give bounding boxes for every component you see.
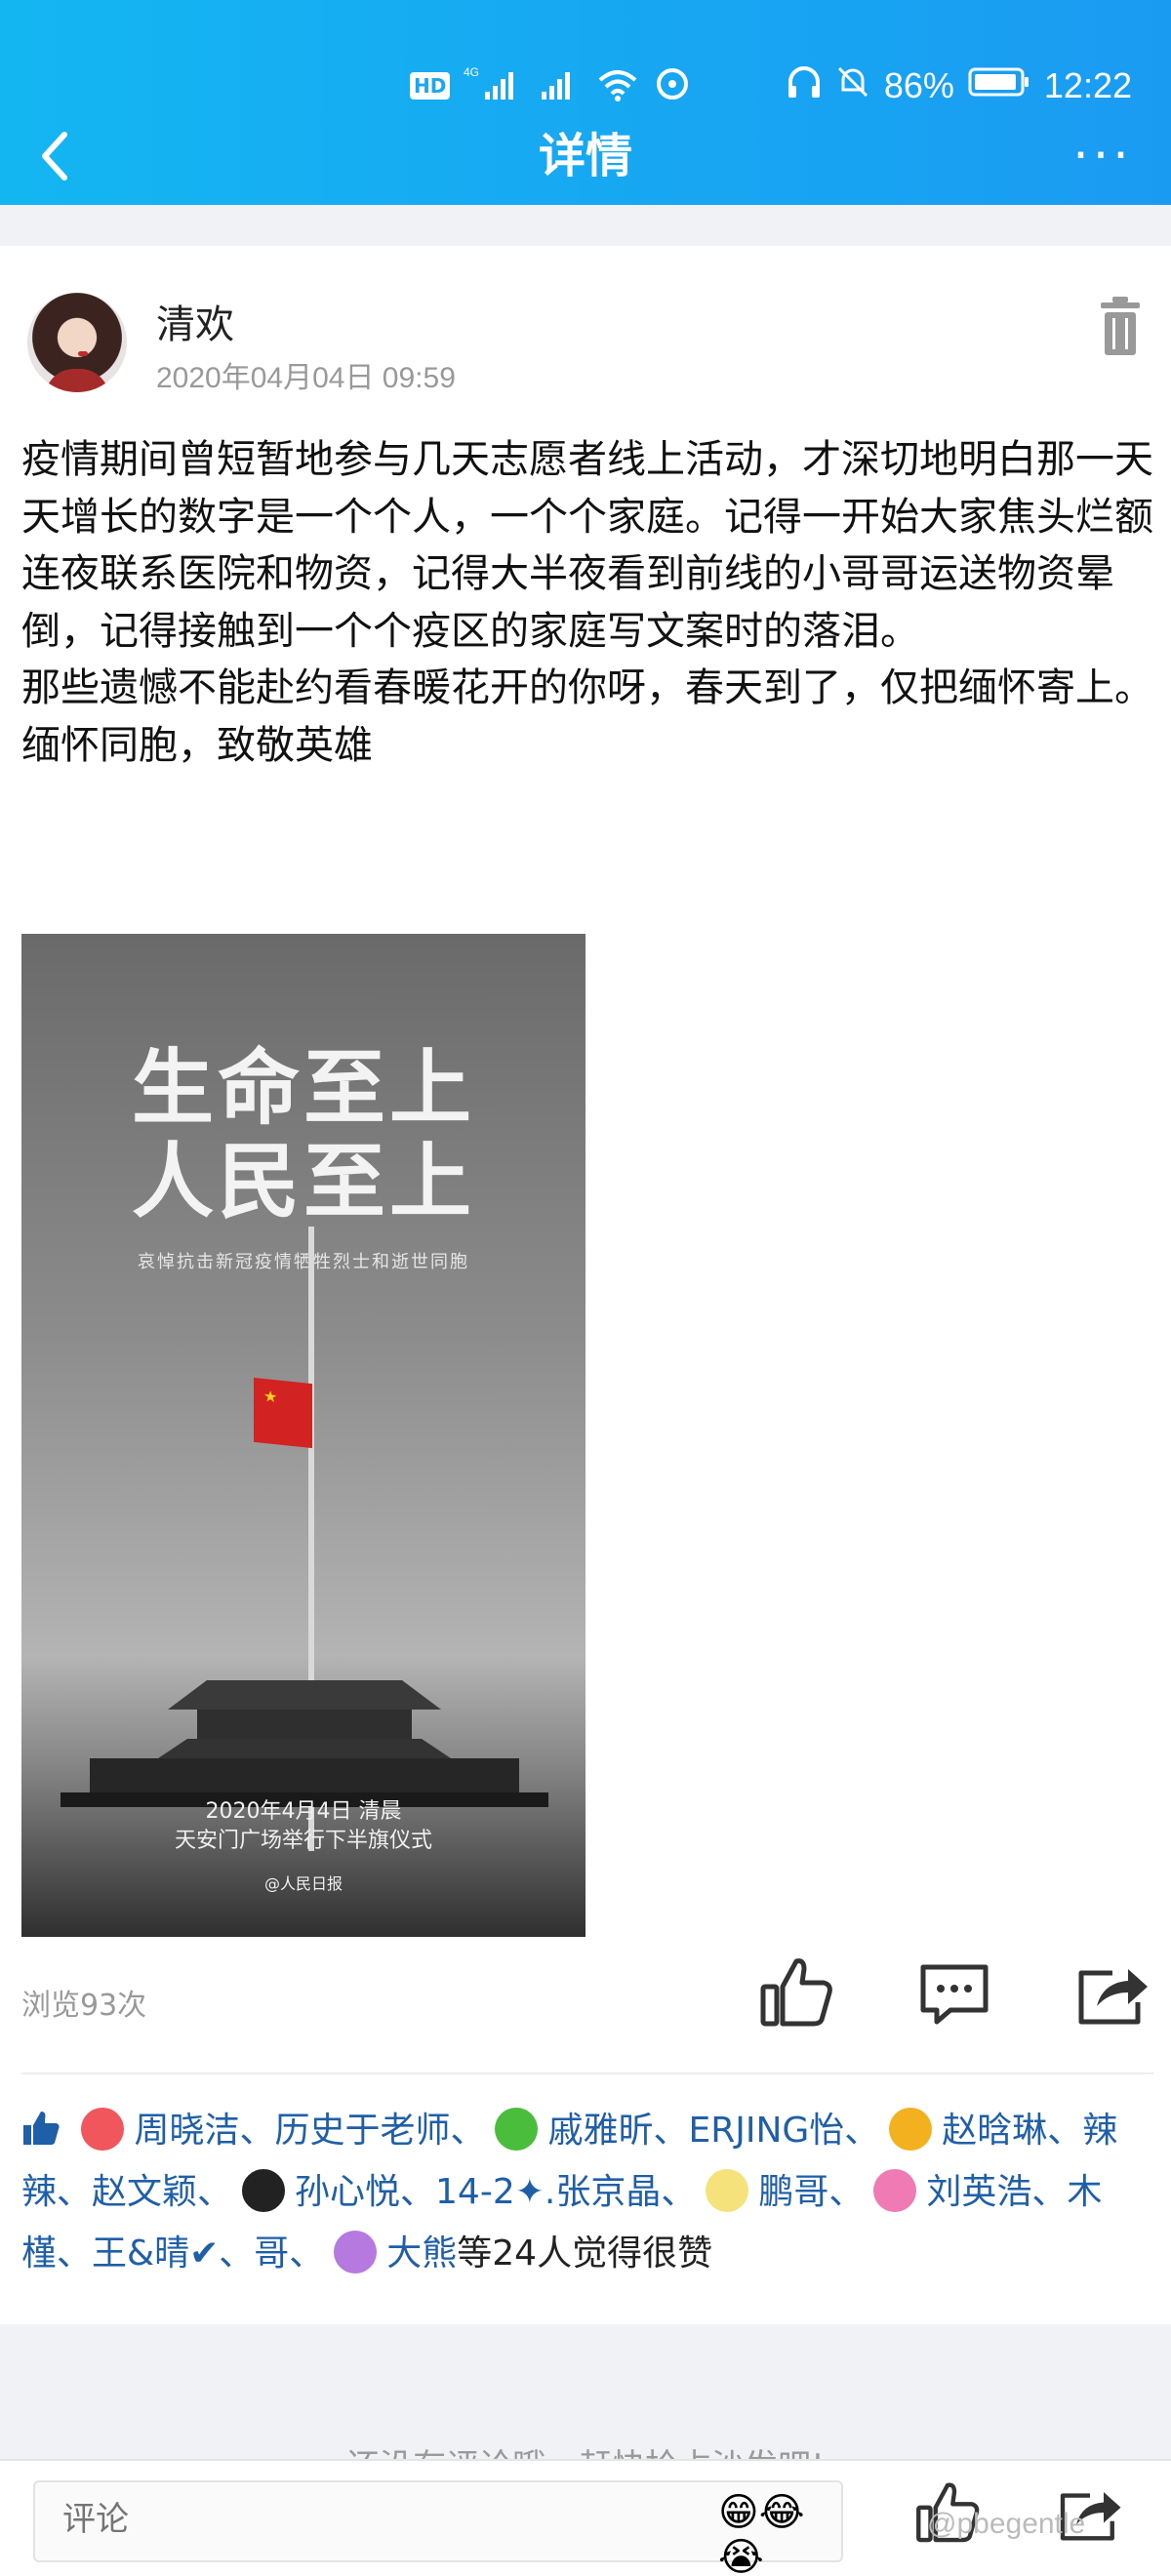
crown-avatar-icon xyxy=(889,2108,933,2151)
delete-button[interactable] xyxy=(1091,297,1150,365)
poster-date: 2020年4月4日 清晨 天安门广场举行下半旗仪式 xyxy=(21,1797,586,1856)
tiananmen-building xyxy=(61,1680,548,1807)
avatar-icon xyxy=(81,2108,125,2151)
avatar-lip xyxy=(78,351,88,356)
likers-group-d[interactable]: 孙心悦、14-2✦.张京晶、 xyxy=(295,2172,696,2212)
hd-badge: HD xyxy=(410,72,451,100)
poster-subtitle: 哀悼抗击新冠疫情牺牲烈士和逝世同胞 xyxy=(138,1252,469,1272)
more-button[interactable]: ··· xyxy=(1054,107,1151,205)
watermark: @pbegentle xyxy=(927,2508,1086,2540)
poster-brand: @人民日报 xyxy=(263,1874,343,1893)
heart-avatar-icon xyxy=(242,2169,286,2212)
trash-icon xyxy=(1101,297,1140,355)
avatar-icon xyxy=(334,2231,378,2274)
status-bar: HD 4G 86% 12:22 xyxy=(0,57,1171,115)
divider xyxy=(21,2073,1153,2074)
mute-bell-icon xyxy=(835,64,870,108)
comment-icon xyxy=(920,1964,989,2025)
navigation-bar: 详情 ··· xyxy=(0,107,1171,205)
lollipop-avatar-icon xyxy=(873,2169,917,2212)
clock: 12:22 xyxy=(1043,65,1132,105)
post-card: 清欢 2020年04月04日 09:59 疫情期间曾短暂地参与几天志愿者线上活动… xyxy=(0,246,1171,2324)
wifi-icon xyxy=(596,64,639,107)
status-icons-left: HD 4G xyxy=(410,62,692,109)
thumbs-up-icon xyxy=(760,1958,832,2027)
likers-group-b[interactable]: 戚雅昕、ERJING怡、 xyxy=(547,2111,879,2151)
comment-button[interactable] xyxy=(915,1953,993,2032)
signal-icon: 4G xyxy=(464,64,522,107)
poster-headline: 生命至上 人民至上 xyxy=(21,1041,586,1228)
likes-count-text: 等24人觉得很赞 xyxy=(457,2234,713,2274)
like-button[interactable] xyxy=(757,1953,835,2032)
likers-group-g[interactable]: 大熊 xyxy=(386,2234,457,2274)
headphones-icon xyxy=(787,64,822,108)
post-body: 疫情期间曾短暂地参与几天志愿者线上活动，才深切地明白那一天天增长的数字是一个个人… xyxy=(21,437,1153,768)
avatar-shirt xyxy=(45,369,109,392)
header: HD 4G 86% 12:22 详情 ··· xyxy=(0,0,1171,205)
avatar-icon xyxy=(495,2108,539,2151)
poster-date-line1: 2020年4月4日 清晨 xyxy=(205,1799,402,1824)
sync-icon xyxy=(653,64,692,107)
likers-group-a[interactable]: 周晓洁、历史于老师、 xyxy=(134,2111,485,2151)
flag-icon: ★ xyxy=(254,1377,312,1449)
share-icon xyxy=(1078,1969,1148,2025)
battery-icon xyxy=(968,66,1030,106)
comment-input[interactable] xyxy=(62,2500,648,2539)
page-title: 详情 xyxy=(538,129,632,183)
poster-headline-line2: 人民至上 xyxy=(131,1134,475,1229)
more-horizontal-icon: ··· xyxy=(1072,127,1133,185)
likes-list: 周晓洁、历史于老师、 戚雅昕、ERJING怡、 赵晗琳、辣辣、赵文颖、 孙心悦、14-… xyxy=(21,2100,1153,2284)
poster-headline-line1: 生命至上 xyxy=(131,1040,475,1136)
emoji-button[interactable]: 😁😂😭 xyxy=(718,2490,841,2576)
view-count: 浏览93次 xyxy=(21,1989,147,2023)
status-icons-right: 86% 12:22 xyxy=(787,62,1132,109)
share-button[interactable] xyxy=(1073,1953,1151,2032)
star-icon: ★ xyxy=(263,1386,278,1407)
comment-box[interactable]: 😁😂😭 xyxy=(33,2480,843,2576)
network-type-label: 4G xyxy=(464,65,479,79)
poster-date-line2: 天安门广场举行下半旗仪式 xyxy=(174,1829,432,1853)
battery-percent: 86% xyxy=(883,65,954,105)
likers-group-e[interactable]: 鹏哥、 xyxy=(758,2172,864,2212)
liked-thumbs-up-icon xyxy=(23,2112,60,2145)
post-timestamp: 2020年04月04日 09:59 xyxy=(156,362,456,394)
avatar[interactable] xyxy=(27,293,127,392)
signal-icon-2 xyxy=(536,64,583,107)
avatar-icon xyxy=(706,2169,749,2212)
author-name[interactable]: 清欢 xyxy=(156,293,234,349)
post-image[interactable]: 生命至上 人民至上 哀悼抗击新冠疫情牺牲烈士和逝世同胞 ★ 2020年4月4日 … xyxy=(21,934,586,1937)
